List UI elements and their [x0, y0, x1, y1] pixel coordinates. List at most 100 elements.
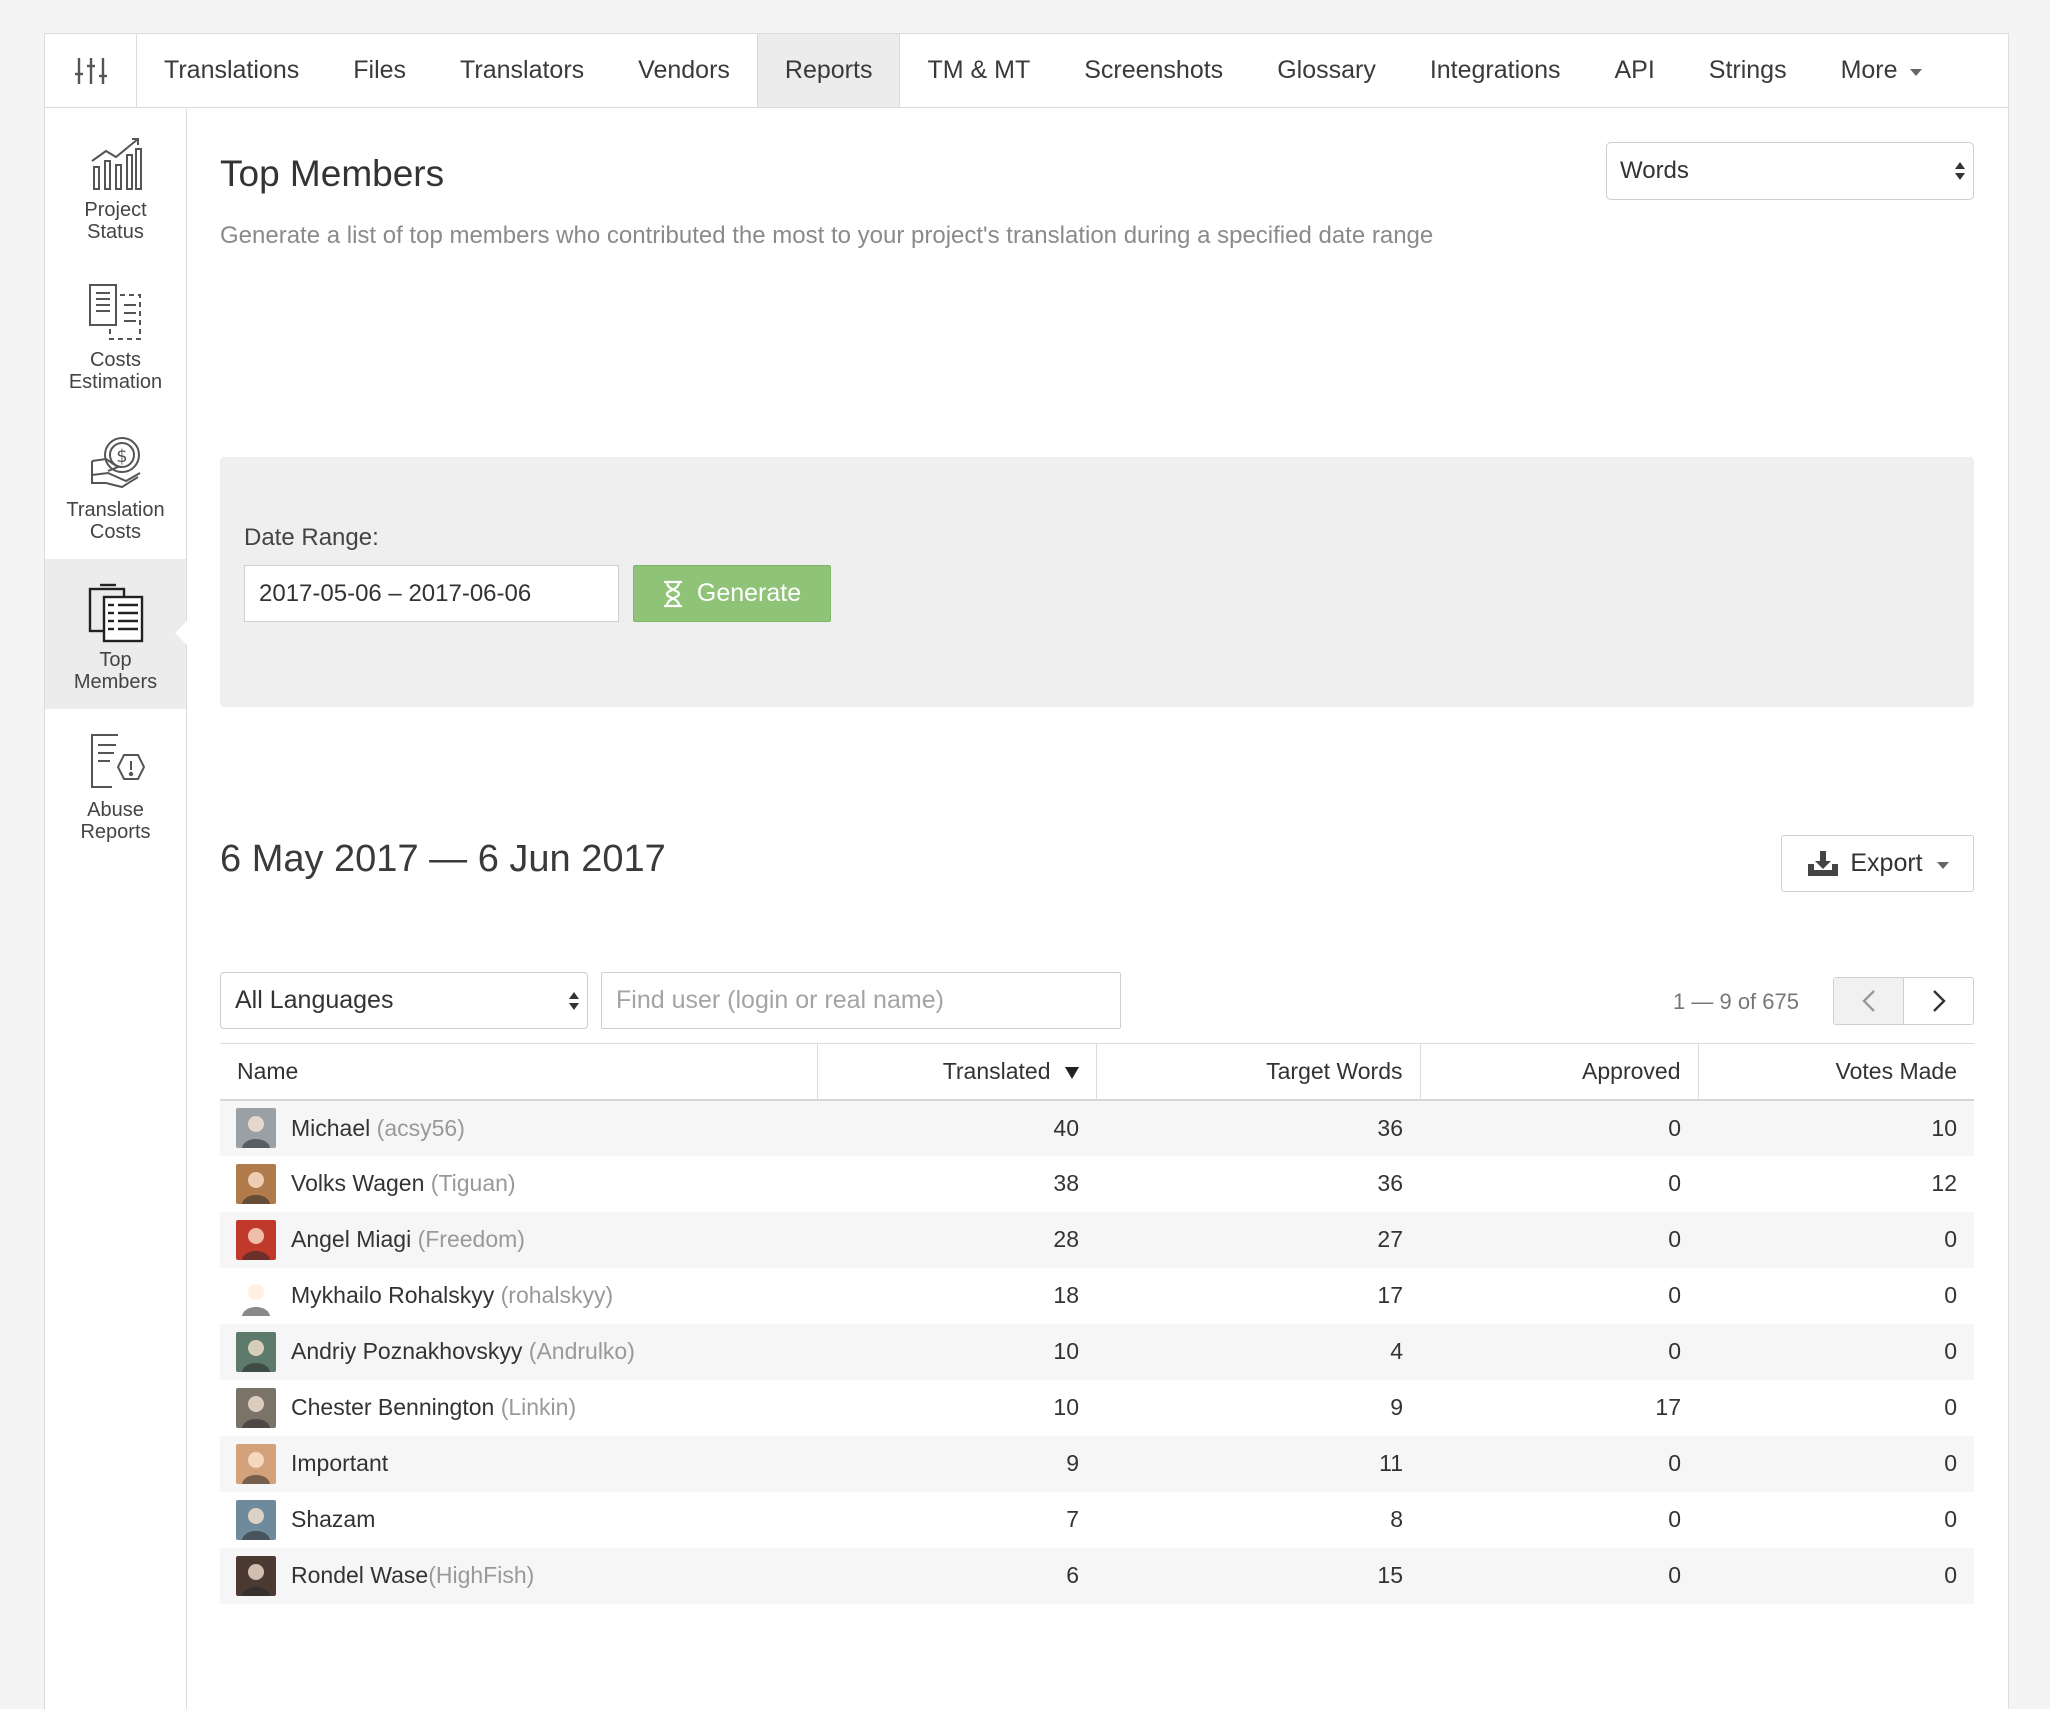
target-words-cell: 17: [1377, 1282, 1403, 1308]
votes-made-cell: 0: [1944, 1506, 1957, 1532]
user-cell: Michael (acsy56): [236, 1108, 800, 1148]
target-words-cell: 36: [1377, 1170, 1403, 1196]
avatar[interactable]: [236, 1387, 276, 1428]
column-header-name[interactable]: Name: [220, 1043, 817, 1101]
translated-cell: 28: [817, 1211, 1096, 1268]
sidebar-item-label: Abuse Reports: [80, 799, 151, 843]
table-row: Michael (acsy56) 40 36 0 10: [220, 1099, 1974, 1156]
generate-button[interactable]: Generate: [633, 565, 831, 622]
column-header-translated[interactable]: Translated: [816, 1043, 1096, 1101]
approved-cell: 17: [1655, 1394, 1681, 1420]
member-login: (Andrulko): [528, 1338, 635, 1364]
language-select[interactable]: All Languages: [220, 972, 588, 1029]
avatar[interactable]: [236, 1499, 276, 1540]
member-name[interactable]: Volks Wagen: [291, 1170, 424, 1196]
avatar[interactable]: [236, 1331, 276, 1372]
tab-translators[interactable]: Translators: [433, 34, 611, 107]
member-name[interactable]: Important: [291, 1450, 388, 1476]
export-button-label: Export: [1850, 849, 1923, 877]
tab-reports[interactable]: Reports: [756, 34, 901, 107]
translated-cell: 10: [817, 1323, 1096, 1380]
table-row: Rondel Wase(HighFish) 6 15 0 0: [220, 1547, 1974, 1604]
avatar[interactable]: [236, 1163, 276, 1204]
column-header-approved[interactable]: Approved: [1419, 1043, 1698, 1101]
user-cell: Mykhailo Rohalskyy (rohalskyy): [236, 1275, 800, 1316]
sidebar-item-project-status[interactable]: Project Status: [45, 109, 186, 259]
table-row: Volks Wagen (Tiguan) 38 36 0 12: [220, 1156, 1974, 1212]
member-name[interactable]: Mykhailo Rohalskyy: [291, 1282, 494, 1308]
tab-translations[interactable]: Translations: [137, 34, 326, 107]
top-members-icon: [86, 581, 146, 643]
member-name[interactable]: Angel Miagi: [291, 1226, 411, 1252]
prev-page-button[interactable]: [1834, 978, 1904, 1024]
translated-cell: 9: [817, 1435, 1096, 1492]
nav-more-menu[interactable]: More: [1814, 34, 1949, 107]
member-name-text: Angel Miagi (Freedom): [291, 1226, 525, 1253]
metric-select[interactable]: Words: [1606, 142, 1974, 200]
user-cell: Volks Wagen (Tiguan): [236, 1163, 800, 1204]
column-header-target-words[interactable]: Target Words: [1095, 1043, 1420, 1101]
sidebar-item-costs-estimation[interactable]: Costs Estimation: [45, 259, 186, 409]
name-cell: Important: [220, 1435, 817, 1492]
member-login: (Freedom): [417, 1226, 525, 1252]
nav-more-label: More: [1840, 56, 1898, 84]
name-cell: Volks Wagen (Tiguan): [220, 1156, 817, 1212]
member-name[interactable]: Andriy Poznakhovskyy: [291, 1338, 522, 1364]
tab-files[interactable]: Files: [326, 34, 433, 107]
generate-button-label: Generate: [696, 579, 802, 607]
target-words-cell: 36: [1096, 1099, 1420, 1156]
tab-vendors[interactable]: Vendors: [611, 34, 757, 107]
avatar[interactable]: [236, 1275, 276, 1316]
avatar[interactable]: [236, 1443, 276, 1484]
member-name[interactable]: Michael: [291, 1115, 370, 1141]
svg-text:$: $: [116, 446, 127, 467]
name-cell: Angel Miagi (Freedom): [220, 1211, 817, 1268]
target-words-cell: 4: [1096, 1323, 1420, 1380]
sidebar-item-label: Project Status: [84, 199, 147, 243]
sidebar-item-translation-costs[interactable]: $ Translation Costs: [45, 409, 186, 559]
name-cell: Mykhailo Rohalskyy (rohalskyy): [220, 1268, 817, 1324]
date-range-input[interactable]: 2017-05-06 – 2017-06-06: [244, 565, 619, 622]
next-page-button[interactable]: [1904, 978, 1973, 1024]
member-name-text: Volks Wagen (Tiguan): [291, 1170, 516, 1197]
table-row: Andriy Poznakhovskyy (Andrulko) 10 4 0 0: [220, 1323, 1974, 1380]
member-login: (Tiguan): [430, 1170, 516, 1196]
translated-cell: 18: [1053, 1282, 1079, 1308]
select-arrows-icon: [569, 990, 579, 1012]
project-status-icon: [86, 131, 146, 193]
export-button[interactable]: Export: [1781, 835, 1974, 892]
votes-made-cell: 0: [1698, 1547, 1974, 1604]
tab-tm-mt[interactable]: TM & MT: [900, 34, 1057, 107]
member-name[interactable]: Rondel Wase: [291, 1562, 428, 1588]
translated-cell: 7: [1066, 1506, 1079, 1532]
avatar[interactable]: [236, 1108, 276, 1148]
tab-screenshots[interactable]: Screenshots: [1057, 34, 1250, 107]
tab-integrations[interactable]: Integrations: [1403, 34, 1588, 107]
column-header-votes-made[interactable]: Votes Made: [1697, 1043, 1974, 1101]
approved-cell: 0: [1420, 1323, 1698, 1380]
find-user-input[interactable]: [601, 972, 1121, 1029]
settings-sliders-icon[interactable]: [45, 34, 137, 107]
tab-strings[interactable]: Strings: [1682, 34, 1814, 107]
tab-glossary[interactable]: Glossary: [1250, 34, 1403, 107]
approved-cell: 0: [1668, 1170, 1681, 1196]
member-name[interactable]: Shazam: [291, 1506, 375, 1532]
target-words-cell: 11: [1096, 1435, 1420, 1492]
votes-made-cell: 0: [1944, 1394, 1957, 1420]
select-arrows-icon: [1955, 160, 1965, 182]
app-frame: Translations Files Translators Vendors Repor…: [44, 33, 2009, 1709]
chevron-down-icon: [1936, 861, 1949, 869]
translated-cell: 10: [1053, 1394, 1079, 1420]
translated-cell: 40: [817, 1099, 1096, 1156]
name-cell: Shazam: [220, 1492, 817, 1548]
votes-made-cell: 0: [1698, 1211, 1974, 1268]
download-tray-icon: [1808, 850, 1839, 876]
tab-api[interactable]: API: [1587, 34, 1681, 107]
member-name-text: Important: [291, 1450, 388, 1477]
avatar[interactable]: [236, 1555, 276, 1596]
avatar[interactable]: [236, 1219, 276, 1260]
sidebar-item-abuse-reports[interactable]: Abuse Reports: [45, 709, 186, 859]
member-name[interactable]: Chester Bennington: [291, 1394, 494, 1420]
sidebar-item-top-members[interactable]: Top Members: [45, 559, 187, 709]
name-cell: Chester Bennington (Linkin): [220, 1380, 817, 1436]
